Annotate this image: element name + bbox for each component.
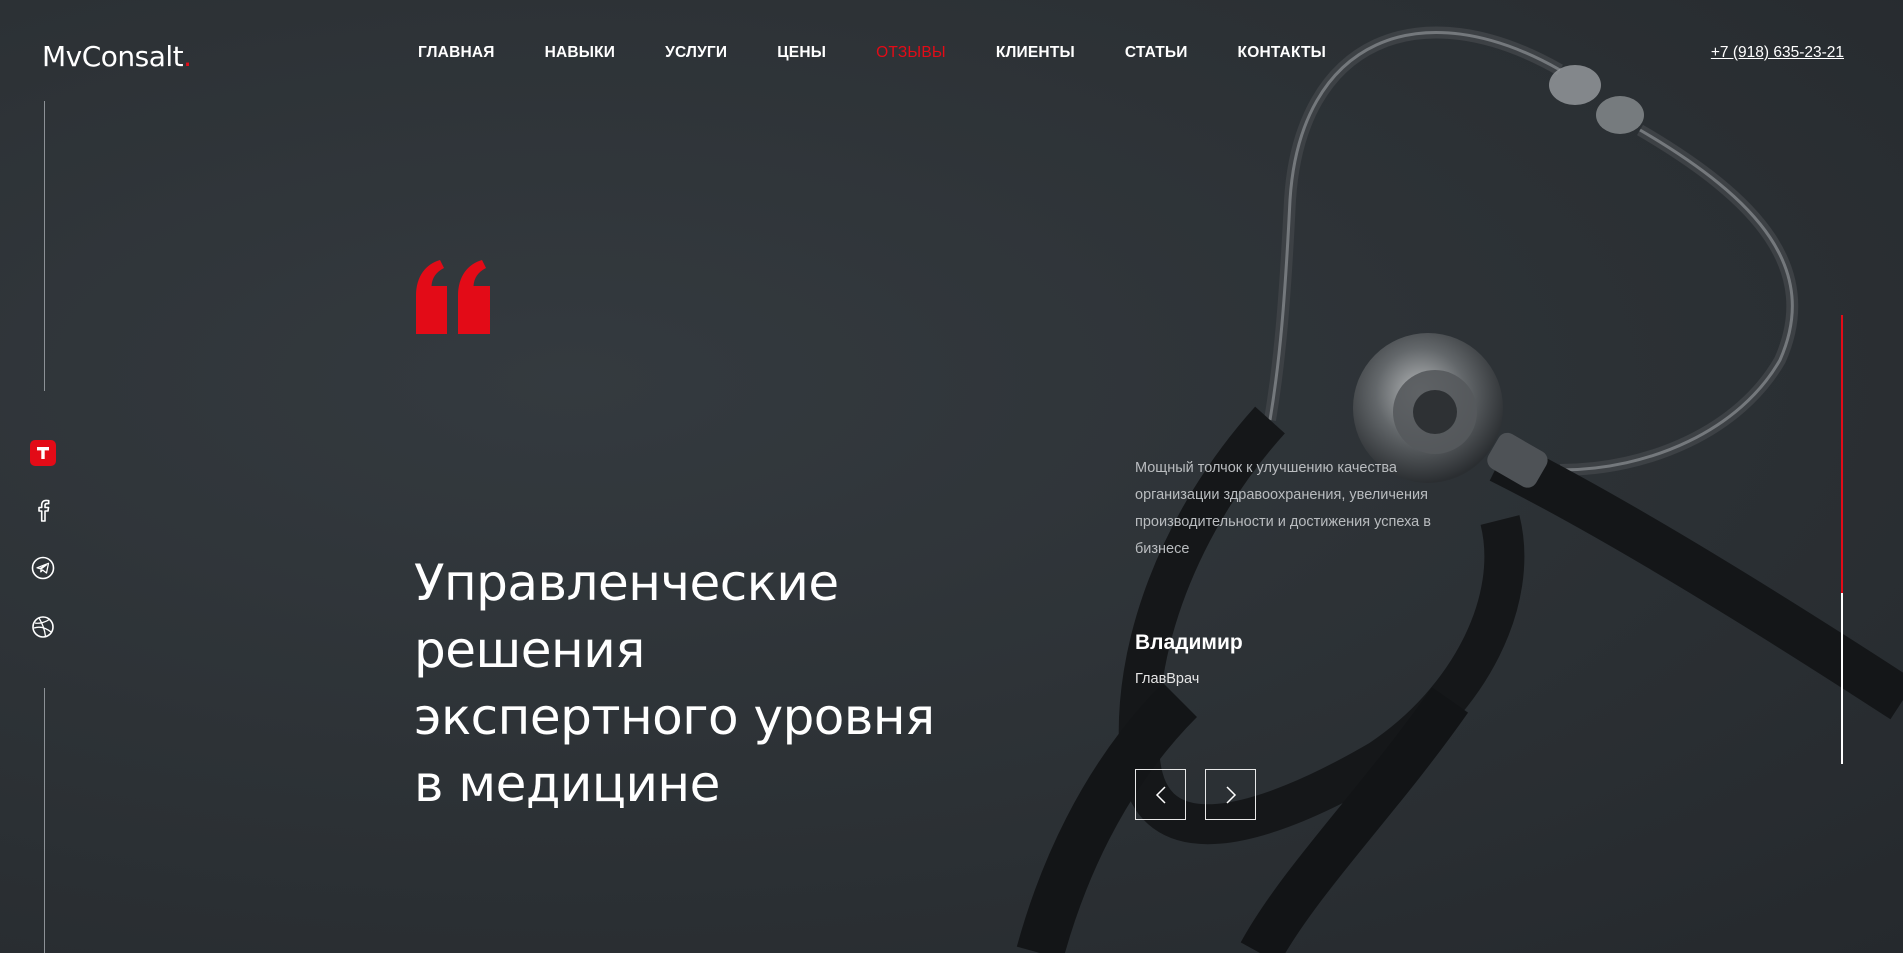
logo-dot: . xyxy=(183,40,192,73)
page: MvConsalt. ГЛАВНАЯ НАВЫКИ УСЛУГИ ЦЕНЫ ОТ… xyxy=(0,0,1903,953)
logo[interactable]: MvConsalt. xyxy=(42,40,192,73)
rail-divider-bottom xyxy=(44,688,45,953)
review-author-role: ГлавВрач xyxy=(1135,671,1200,687)
chevron-left-icon xyxy=(1155,785,1166,804)
headline-line-1: Управленческие xyxy=(414,554,839,612)
nav-item-services[interactable]: УСЛУГИ xyxy=(665,44,727,62)
nav-item-contacts[interactable]: КОНТАКТЫ xyxy=(1238,44,1327,62)
review-text: Мощный толчок к улучшению качества орган… xyxy=(1135,460,1431,557)
headline-line-2: решения xyxy=(414,621,645,679)
slider-progress-fill xyxy=(1841,315,1843,594)
nav-item-articles[interactable]: СТАТЬИ xyxy=(1125,44,1188,62)
nav-item-prices[interactable]: ЦЕНЫ xyxy=(777,44,826,62)
slider-prev-button[interactable] xyxy=(1135,769,1186,820)
tinkoff-icon[interactable] xyxy=(30,440,56,466)
rail-divider-top xyxy=(44,101,45,391)
quote-icon xyxy=(416,260,490,334)
chevron-right-icon xyxy=(1225,785,1236,804)
slider-progress-track xyxy=(1841,315,1843,764)
main-nav: ГЛАВНАЯ НАВЫКИ УСЛУГИ ЦЕНЫ ОТЗЫВЫ КЛИЕНТ… xyxy=(418,44,1376,62)
dribbble-icon[interactable] xyxy=(30,614,56,640)
hero-headline: Управленческие решения экспертного уровн… xyxy=(414,550,974,818)
headline-line-4: в медицине xyxy=(414,755,720,813)
nav-item-skills[interactable]: НАВЫКИ xyxy=(545,44,616,62)
facebook-icon[interactable] xyxy=(30,497,56,523)
review-author-name: Владимир xyxy=(1135,631,1243,654)
nav-item-reviews[interactable]: ОТЗЫВЫ xyxy=(876,44,946,62)
slider-next-button[interactable] xyxy=(1205,769,1256,820)
headline-line-3: экспертного уровня xyxy=(414,688,935,746)
phone-link[interactable]: +7 (918) 635-23-21 xyxy=(1711,44,1844,62)
nav-item-clients[interactable]: КЛИЕНТЫ xyxy=(996,44,1075,62)
telegram-icon[interactable] xyxy=(30,555,56,581)
logo-text: MvConsalt xyxy=(42,40,184,73)
nav-item-home[interactable]: ГЛАВНАЯ xyxy=(418,44,495,62)
